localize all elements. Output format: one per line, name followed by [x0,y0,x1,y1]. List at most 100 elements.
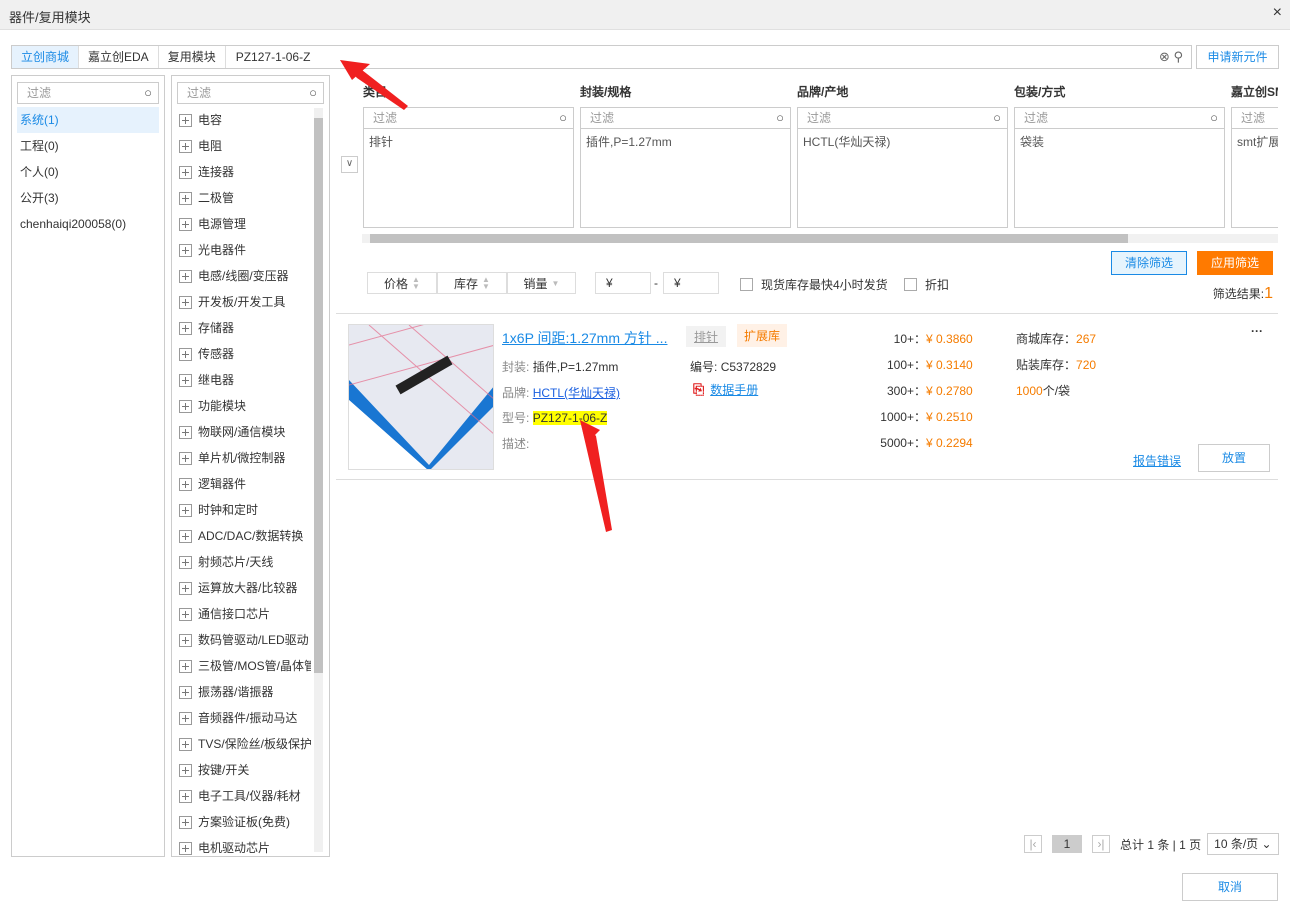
category-item[interactable]: 音频器件/振动马达 [178,705,311,731]
fast-ship-checkbox[interactable]: 现货库存最快4小时发货 [740,276,888,293]
category-item[interactable]: 运算放大器/比较器 [178,575,311,601]
category-item[interactable]: TVS/保险丝/板级保护 [178,731,311,757]
first-page-button[interactable]: |‹ [1024,835,1042,853]
facet-option[interactable]: 插件,P=1.27mm [586,133,785,150]
expand-icon[interactable] [179,789,192,803]
expand-icon[interactable] [179,217,192,231]
expand-icon[interactable] [179,763,192,777]
discount-checkbox[interactable]: 折扣 [904,276,949,293]
category-item[interactable]: 逻辑器件 [178,471,311,497]
close-icon[interactable]: × [1273,4,1282,22]
tab-reuse-module[interactable]: 复用模块 [159,46,226,68]
library-item[interactable]: 公开(3) [17,185,159,211]
place-button[interactable]: 放置 [1198,444,1270,472]
expand-icon[interactable] [179,529,192,543]
category-item[interactable]: 连接器 [178,159,311,185]
expand-icon[interactable] [179,477,192,491]
facet-filter-input[interactable]: 过滤 ○ [363,107,574,129]
search-input[interactable]: PZ127-1-06-Z [226,46,1191,68]
expand-icon[interactable] [179,399,192,413]
scrollbar-thumb[interactable] [370,234,1128,243]
cancel-button[interactable]: 取消 [1182,873,1278,901]
expand-icon[interactable] [179,347,192,361]
tab-jlc-eda[interactable]: 嘉立创EDA [79,46,159,68]
category-item[interactable]: 电感/线圈/变压器 [178,263,311,289]
search-icon[interactable]: ⚲ [1173,49,1183,64]
expand-icon[interactable] [179,269,192,283]
expand-icon[interactable] [179,139,192,153]
sort-sales[interactable]: 销量 ▼ [507,272,576,294]
expand-icon[interactable] [179,425,192,439]
price-max-input[interactable]: ¥ [663,272,719,294]
category-item[interactable]: 电子工具/仪器/耗材 [178,783,311,809]
category-item[interactable]: 物联网/通信模块 [178,419,311,445]
category-item[interactable]: 存储器 [178,315,311,341]
more-icon[interactable]: ··· [1251,324,1263,338]
category-item[interactable]: 继电器 [178,367,311,393]
current-page[interactable]: 1 [1052,835,1082,853]
expand-icon[interactable] [179,243,192,257]
category-item[interactable]: 功能模块 [178,393,311,419]
collapse-filters-button[interactable]: ∨ [341,156,358,173]
category-tag[interactable]: 排针 [686,326,727,347]
category-item[interactable]: 光电器件 [178,237,311,263]
facet-filter-input[interactable]: 过滤 ○ [580,107,791,129]
category-item[interactable]: 按键/开关 [178,757,311,783]
facet-option[interactable]: smt扩展 [1237,133,1278,150]
expand-icon[interactable] [179,373,192,387]
library-filter-input[interactable]: 过滤 ○ [17,82,159,104]
scrollbar-thumb[interactable] [314,118,323,673]
library-item[interactable]: 工程(0) [17,133,159,159]
checkbox[interactable] [904,278,917,291]
category-item[interactable]: 电源管理 [178,211,311,237]
category-item[interactable]: 时钟和定时 [178,497,311,523]
facet-option[interactable]: 袋装 [1020,133,1219,150]
expand-icon[interactable] [179,815,192,829]
expand-icon[interactable] [179,113,192,127]
facet-filter-input[interactable]: 过滤 ○ [1014,107,1225,129]
expand-icon[interactable] [179,711,192,725]
category-item[interactable]: ADC/DAC/数据转换 [178,523,311,549]
price-min-input[interactable]: ¥ [595,272,651,294]
clear-filter-button[interactable]: 清除筛选 [1111,251,1187,275]
facet-option[interactable]: 排针 [369,133,568,150]
product-image[interactable] [348,324,494,470]
expand-icon[interactable] [179,659,192,673]
category-item[interactable]: 振荡器/谐振器 [178,679,311,705]
sort-price[interactable]: 价格 ▲ ▼ [367,272,437,294]
category-item[interactable]: 单片机/微控制器 [178,445,311,471]
category-item[interactable]: 方案验证板(免费) [178,809,311,835]
expand-icon[interactable] [179,685,192,699]
product-title-link[interactable]: 1x6P 间距:1.27mm 方针 ... [502,328,667,348]
request-new-part-button[interactable]: 申请新元件 [1196,45,1279,69]
expand-icon[interactable] [179,503,192,517]
category-item[interactable]: 开发板/开发工具 [178,289,311,315]
brand-link[interactable]: HCTL(华灿天禄) [533,386,620,400]
facet-option[interactable]: HCTL(华灿天禄) [803,133,1002,150]
page-size-select[interactable]: 10 条/页 ⌄ [1207,833,1279,855]
expand-icon[interactable] [179,737,192,751]
checkbox[interactable] [740,278,753,291]
category-item[interactable]: 电机驱动芯片 [178,835,311,856]
last-page-button[interactable]: ›| [1092,835,1110,853]
library-item[interactable]: 个人(0) [17,159,159,185]
category-scrollbar[interactable] [314,108,323,852]
facet-scrollbar[interactable] [362,234,1278,243]
sort-stock[interactable]: 库存 ▲ ▼ [437,272,507,294]
category-item[interactable]: 通信接口芯片 [178,601,311,627]
category-item[interactable]: 射频芯片/天线 [178,549,311,575]
expand-icon[interactable] [179,841,192,855]
category-item[interactable]: 电阻 [178,133,311,159]
expand-icon[interactable] [179,633,192,647]
apply-filter-button[interactable]: 应用筛选 [1197,251,1273,275]
expand-icon[interactable] [179,191,192,205]
expand-icon[interactable] [179,165,192,179]
expand-icon[interactable] [179,581,192,595]
category-item[interactable]: 电容 [178,107,311,133]
datasheet-link[interactable]: ⎘ 数据手册 [693,381,758,398]
expand-icon[interactable] [179,451,192,465]
category-item[interactable]: 传感器 [178,341,311,367]
library-item[interactable]: 系统(1) [17,107,159,133]
clear-search-icon[interactable]: ⊗ ⚲ [1159,49,1183,65]
facet-filter-input[interactable]: 过滤 ○ [797,107,1008,129]
